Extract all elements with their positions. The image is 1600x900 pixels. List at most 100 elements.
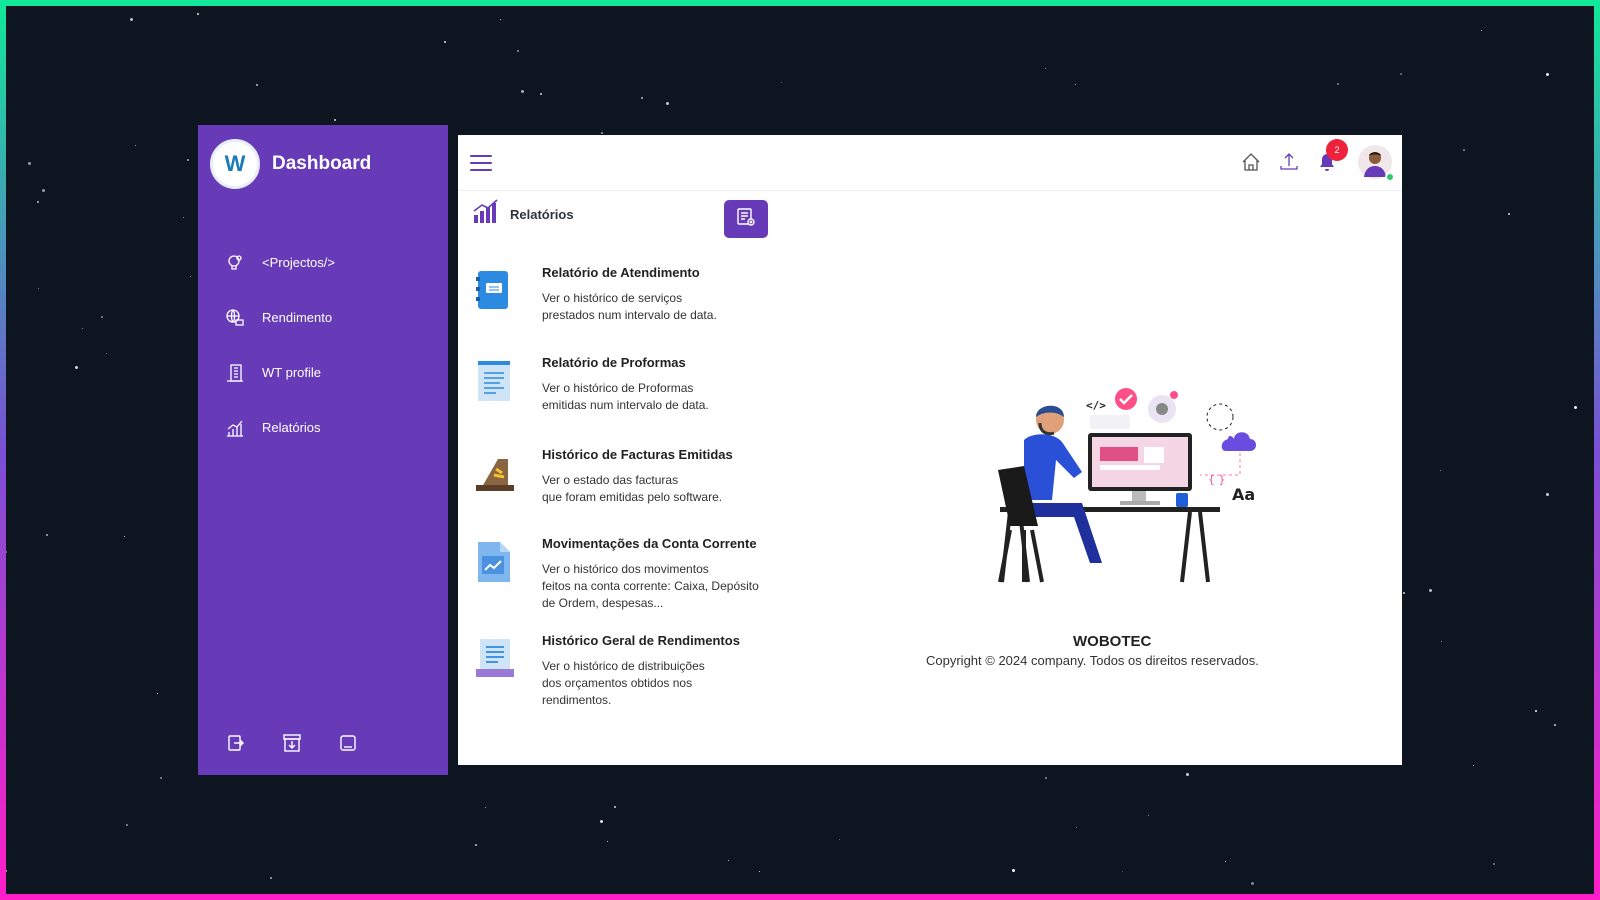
star — [126, 824, 128, 826]
archive-download-icon[interactable] — [282, 733, 302, 753]
report-description: Ver o histórico dos movimentos feitos na… — [542, 562, 759, 610]
topbar-actions: 2 — [1240, 139, 1395, 182]
star — [1045, 68, 1046, 69]
star — [1508, 213, 1510, 215]
upload-icon[interactable] — [1278, 151, 1300, 173]
document-lines-icon — [474, 359, 518, 403]
hamburger-menu-icon[interactable] — [470, 154, 492, 171]
sidebar-item-relatorios[interactable]: Relatórios — [224, 400, 335, 455]
star — [197, 13, 199, 15]
copyright-text: Copyright © 2024 company. Todos os direi… — [926, 653, 1259, 668]
online-status-dot — [1385, 172, 1395, 182]
logout-icon[interactable] — [226, 733, 246, 753]
report-title: Relatório de Proformas — [542, 355, 686, 370]
sidebar-nav: <Projectos/> Rendimento WT profile Relat… — [224, 235, 335, 455]
report-settings-button[interactable] — [724, 200, 768, 238]
star — [135, 145, 136, 146]
report-description: Ver o estado das facturas que foram emit… — [542, 473, 723, 504]
main-panel: 2 Relatórios Relatório de Atendimento Ve… — [458, 135, 1402, 765]
star — [1075, 84, 1076, 85]
star — [1554, 724, 1556, 726]
sidebar-item-label: Rendimento — [262, 310, 333, 325]
bell-icon[interactable]: 2 — [1316, 139, 1348, 173]
star — [1574, 406, 1577, 409]
star — [1493, 863, 1495, 865]
star — [5, 870, 7, 872]
sidebar: W Dashboard <Projectos/> Rendimento WT p… — [198, 125, 448, 775]
star — [839, 839, 840, 840]
star — [28, 162, 31, 165]
star — [256, 84, 258, 86]
star — [75, 366, 78, 369]
user-avatar-icon[interactable] — [1358, 145, 1395, 182]
notebook-icon — [474, 269, 518, 313]
star — [187, 159, 189, 161]
star — [265, 2, 266, 3]
star — [1441, 641, 1442, 642]
reports-list: Relatório de Atendimento Ver o histórico… — [474, 265, 814, 723]
font-symbol: Aa — [1232, 485, 1255, 504]
notification-badge: 2 — [1326, 139, 1348, 161]
star — [1535, 710, 1537, 712]
star — [1045, 777, 1047, 779]
report-settings-icon — [736, 207, 756, 232]
lightbulb-gear-icon — [224, 252, 246, 274]
star — [444, 41, 446, 43]
star — [270, 877, 272, 879]
star — [46, 534, 48, 536]
dashboard-title: Dashboard — [272, 153, 372, 174]
building-icon — [224, 362, 246, 384]
star — [157, 693, 158, 694]
bar-chart-icon — [224, 417, 246, 439]
star — [1463, 149, 1465, 151]
star — [1012, 869, 1015, 872]
star — [124, 536, 125, 537]
trend-document-icon — [474, 540, 518, 584]
report-item-conta-corrente[interactable]: Movimentações da Conta Corrente Ver o hi… — [474, 536, 814, 633]
star — [666, 102, 669, 105]
sidebar-bottom-actions — [226, 733, 358, 753]
report-title: Relatório de Atendimento — [542, 265, 700, 280]
star — [1076, 827, 1077, 828]
star — [5, 202, 6, 203]
star — [1148, 815, 1149, 816]
star — [641, 97, 643, 99]
star — [1122, 871, 1123, 872]
star — [601, 132, 603, 134]
sidebar-item-label: Relatórios — [262, 420, 321, 435]
star — [106, 353, 107, 354]
wobotec-logo[interactable]: W — [210, 139, 260, 189]
star — [37, 201, 39, 203]
report-item-rendimentos[interactable]: Histórico Geral de Rendimentos Ver o his… — [474, 633, 814, 723]
report-title: Movimentações da Conta Corrente — [542, 536, 757, 551]
star — [500, 19, 501, 20]
star — [607, 841, 608, 842]
star — [614, 806, 616, 808]
star — [1440, 470, 1441, 471]
star — [42, 189, 45, 192]
star — [160, 777, 162, 779]
sidebar-item-wt-profile[interactable]: WT profile — [224, 345, 335, 400]
globe-money-icon — [224, 307, 246, 329]
sidebar-item-rendimento[interactable]: Rendimento — [224, 290, 335, 345]
report-item-atendimento[interactable]: Relatório de Atendimento Ver o histórico… — [474, 265, 814, 355]
star — [1186, 773, 1189, 776]
sidebar-item-projectos[interactable]: <Projectos/> — [224, 235, 335, 290]
brand: W Dashboard — [210, 139, 371, 189]
report-item-facturas[interactable]: Histórico de Facturas Emitidas Ver o est… — [474, 447, 814, 536]
home-icon[interactable] — [1240, 151, 1262, 173]
report-item-proformas[interactable]: Relatório de Proformas Ver o histórico d… — [474, 355, 814, 447]
minimize-icon[interactable] — [338, 733, 358, 753]
star — [1337, 83, 1339, 85]
analytics-chart-icon — [472, 199, 500, 230]
star — [485, 807, 486, 808]
star — [1403, 592, 1405, 594]
star — [759, 871, 760, 872]
star — [781, 82, 782, 83]
star — [1429, 589, 1432, 592]
star — [38, 288, 39, 289]
developer-illustration: </> { } Aa — [970, 385, 1260, 585]
report-description: Ver o histórico de distribuições dos orç… — [542, 659, 705, 707]
star — [1546, 493, 1549, 496]
report-description: Ver o histórico de serviços prestados nu… — [542, 291, 717, 322]
